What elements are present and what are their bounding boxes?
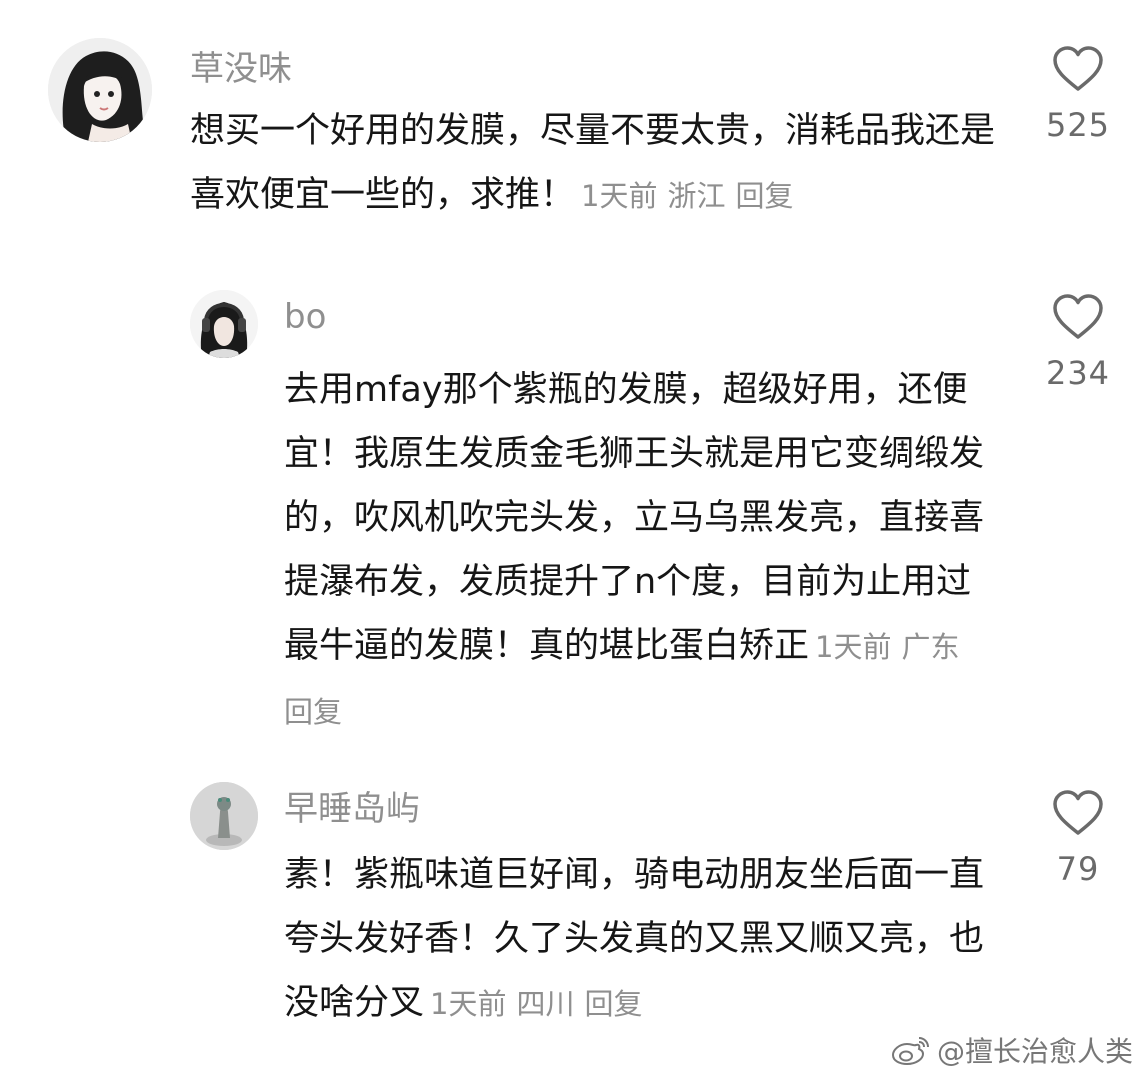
avatar-anime-girl-icon (48, 38, 152, 142)
watermark-text: @擅长治愈人类 (936, 1035, 1133, 1068)
heart-icon[interactable] (1052, 46, 1104, 92)
username[interactable]: bo (284, 300, 326, 334)
like-control: 234 (1023, 294, 1133, 392)
avatar[interactable] (190, 290, 258, 358)
weibo-logo-icon (891, 1037, 929, 1066)
avatar-figure-icon (190, 782, 258, 850)
comment-location: 广东 (901, 630, 960, 664)
reply-button[interactable]: 回复 (584, 987, 642, 1021)
like-control: 525 (1023, 46, 1133, 144)
comment-meta: 1天前 浙江 回复 (581, 179, 803, 213)
like-count: 79 (1056, 850, 1100, 888)
reply-button[interactable]: 回复 (735, 179, 793, 213)
avatar[interactable] (190, 782, 258, 850)
heart-icon[interactable] (1052, 294, 1104, 340)
comment-content: 去用mfay那个紫瓶的发膜，超级好用，还便宜！我原生发质金毛狮王头就是用它变绸缎… (284, 370, 985, 666)
comment-meta: 1天前 四川 回复 (430, 987, 652, 1021)
comment-location: 四川 (516, 987, 575, 1021)
username[interactable]: 早睡岛屿 (284, 792, 420, 826)
reply-button[interactable]: 回复 (284, 695, 342, 729)
comment-text: 想买一个好用的发膜，尽量不要太贵，消耗品我还是喜欢便宜一些的，求推！ 1天前 浙江回… (190, 99, 1020, 228)
comment-time: 1天前 (430, 987, 507, 1021)
like-control: 79 (1023, 790, 1133, 888)
avatar-headphones-girl-icon (190, 290, 258, 358)
comment-time: 1天前 (815, 630, 892, 664)
comment-location: 浙江 (667, 179, 726, 213)
like-count: 234 (1045, 354, 1111, 392)
comment-text: 去用mfay那个紫瓶的发膜，超级好用，还便宜！我原生发质金毛狮王头就是用它变绸缎… (284, 358, 986, 744)
comment-time: 1天前 (581, 179, 658, 213)
heart-icon[interactable] (1052, 790, 1104, 836)
comment-text: 素！紫瓶味道巨好闻，骑电动朋友坐后面一直夸头发好香！久了头发真的又黑又顺又亮，也… (284, 843, 986, 1036)
username[interactable]: 草没味 (190, 52, 292, 86)
avatar[interactable] (48, 38, 152, 142)
like-count: 525 (1045, 106, 1111, 144)
watermark: @擅长治愈人类 (891, 1030, 1133, 1070)
